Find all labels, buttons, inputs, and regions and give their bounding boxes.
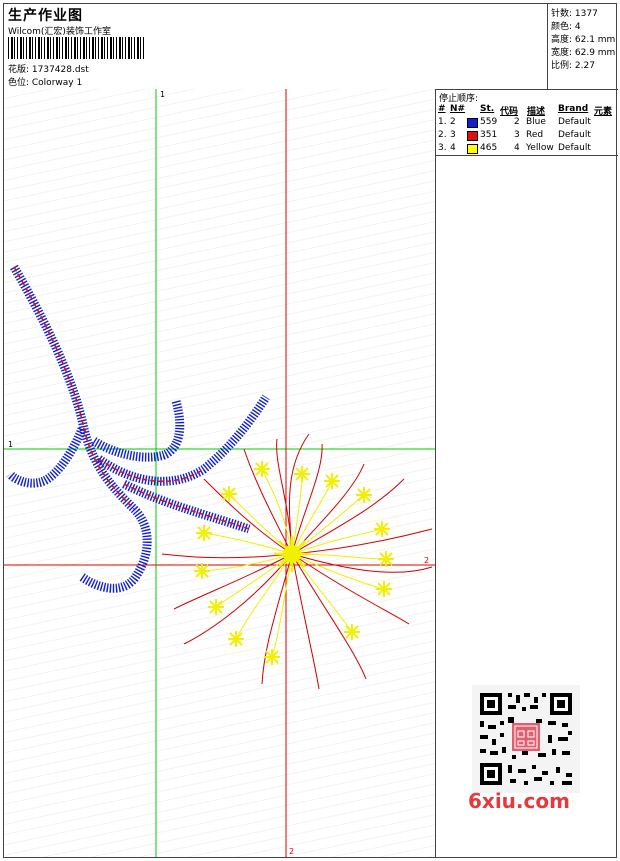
site-watermark: 6xiu.com bbox=[468, 789, 570, 813]
seal-stamp bbox=[512, 723, 540, 751]
color-row: 1. 2 559 2 Blue Default bbox=[436, 117, 618, 130]
page-title: 生产作业图 bbox=[8, 8, 83, 24]
scale-ratio: 比例: 2.27 bbox=[551, 61, 595, 71]
row-stitches: 351 bbox=[480, 130, 498, 140]
row-stitches: 559 bbox=[480, 117, 498, 127]
embroidery-preview bbox=[4, 89, 435, 857]
row-brand: Default bbox=[558, 143, 591, 153]
qr-code-image bbox=[472, 685, 580, 793]
row-needle: 4 bbox=[450, 143, 456, 153]
row-needle: 3 bbox=[450, 130, 456, 140]
row-stitches: 465 bbox=[480, 143, 498, 153]
row-code: 2 bbox=[514, 117, 520, 127]
stop-sequence-title: 停止顺序: bbox=[439, 94, 479, 104]
panel-divider bbox=[436, 155, 618, 156]
row-desc: Yellow bbox=[526, 143, 554, 153]
design-file-label: 花版: 1737428.dst bbox=[8, 65, 89, 75]
col-brand-header: Brand bbox=[558, 104, 589, 114]
red-axis-bottom-label: 2 bbox=[289, 847, 295, 856]
production-sheet: 生产作业图 Wilcom(汇宏)装饰工作室 花版: 1737428.dst 色位… bbox=[3, 3, 618, 858]
row-num: 1. bbox=[438, 117, 447, 127]
col-desc-header: 描述 bbox=[527, 107, 546, 117]
color-swatch bbox=[467, 131, 478, 141]
col-num-header: # bbox=[438, 104, 446, 114]
studio-name: Wilcom(汇宏)装饰工作室 bbox=[8, 27, 111, 37]
row-brand: Default bbox=[558, 117, 591, 127]
row-brand: Default bbox=[558, 130, 591, 140]
stitch-count: 针数: 1377 bbox=[551, 9, 598, 19]
row-num: 2. bbox=[438, 130, 447, 140]
design-canvas: 1 1 2 2 bbox=[4, 89, 436, 857]
row-desc: Blue bbox=[526, 117, 546, 127]
blue-branches bbox=[6, 264, 270, 593]
row-code: 4 bbox=[514, 143, 520, 153]
row-code: 3 bbox=[514, 130, 520, 140]
green-axis-top-label: 1 bbox=[160, 90, 166, 99]
color-swatch bbox=[467, 118, 478, 128]
stats-panel: 针数: 1377 颜色: 4 高度: 62.1 mm 宽度: 62.9 mm 比… bbox=[547, 4, 619, 89]
colorway-label: 色位: Colorway 1 bbox=[8, 78, 83, 88]
flower-center bbox=[274, 536, 310, 572]
stop-sequence-panel: 停止顺序: # N# St. 代码 描述 Brand 元素 1. 2 559 2… bbox=[436, 89, 618, 857]
color-row: 2. 3 351 3 Red Default bbox=[436, 130, 618, 143]
col-needle-header: N# bbox=[450, 104, 466, 114]
color-swatch bbox=[467, 144, 478, 154]
barcode bbox=[8, 37, 144, 59]
col-code-header: 代码 bbox=[500, 107, 519, 117]
col-stitches-header: St. bbox=[480, 104, 495, 114]
row-desc: Red bbox=[526, 130, 544, 140]
green-axis-left-label: 1 bbox=[8, 440, 14, 449]
header-panel: 生产作业图 Wilcom(汇宏)装饰工作室 花版: 1737428.dst 色位… bbox=[4, 4, 618, 90]
row-needle: 2 bbox=[450, 117, 456, 127]
red-axis-right-label: 2 bbox=[424, 556, 430, 565]
color-count: 颜色: 4 bbox=[551, 22, 581, 32]
design-width: 宽度: 62.9 mm bbox=[551, 48, 616, 58]
design-height: 高度: 62.1 mm bbox=[551, 35, 616, 45]
row-num: 3. bbox=[438, 143, 447, 153]
qr-code bbox=[472, 685, 580, 793]
col-element-header: 元素 bbox=[594, 107, 613, 117]
